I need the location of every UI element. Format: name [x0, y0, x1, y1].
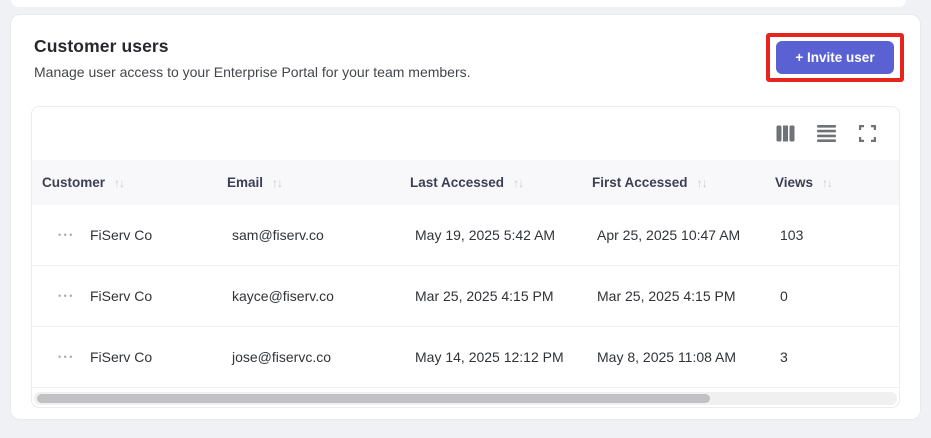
cell-customer: ••• FiServ Co — [32, 349, 217, 365]
row-density-button[interactable] — [816, 124, 836, 144]
sort-icon[interactable]: ↑↓ — [114, 176, 125, 190]
horizontal-scrollbar-thumb[interactable] — [37, 394, 711, 403]
customer-name: FiServ Co — [89, 288, 153, 304]
table-row: ••• FiServ Co sam@fiserv.co May 19, 2025… — [32, 205, 899, 266]
column-header-label: First Accessed — [592, 175, 688, 190]
table-row: ••• FiServ Co jose@fiservc.co May 14, 20… — [32, 327, 899, 388]
cell-views: 3 — [780, 349, 788, 365]
cell-views: 103 — [780, 227, 804, 243]
column-header-label: Customer — [42, 175, 106, 190]
ellipsis-icon: ••• — [58, 351, 75, 362]
table-body: ••• FiServ Co sam@fiserv.co May 19, 2025… — [32, 205, 899, 388]
rows-icon — [816, 125, 836, 142]
table-toolbar — [32, 107, 899, 160]
page-background: { "header": { "title": "Customer users",… — [0, 0, 931, 438]
table-header-row: Customer ↑↓ Email ↑↓ Last Accessed ↑↓ Fi… — [32, 160, 899, 205]
row-menu-button[interactable]: ••• — [58, 290, 75, 301]
sort-icon[interactable]: ↑↓ — [272, 176, 283, 190]
previous-card-bottom-edge — [11, 0, 906, 7]
cell-customer: ••• FiServ Co — [32, 288, 217, 304]
column-header-label: Views — [775, 175, 814, 190]
column-header[interactable]: Views ↑↓ — [765, 175, 899, 190]
cell-email: kayce@fiserv.co — [232, 288, 334, 304]
page-title: Customer users — [34, 36, 169, 56]
fullscreen-button[interactable] — [857, 124, 877, 144]
cell-last-accessed: May 14, 2025 12:12 PM — [415, 349, 564, 365]
cell-first-accessed: Apr 25, 2025 10:47 AM — [597, 227, 741, 243]
cell-customer: ••• FiServ Co — [32, 227, 217, 243]
columns-view-button[interactable] — [775, 124, 795, 144]
column-header-label: Email — [227, 175, 264, 190]
row-menu-button[interactable]: ••• — [58, 351, 75, 362]
table-row: ••• FiServ Co kayce@fiserv.co Mar 25, 20… — [32, 266, 899, 327]
cell-last-accessed: Mar 25, 2025 4:15 PM — [415, 288, 554, 304]
annotation-highlight-box: + Invite user — [766, 33, 904, 82]
cell-first-accessed: May 8, 2025 11:08 AM — [597, 349, 737, 365]
column-header[interactable]: Email ↑↓ — [217, 175, 400, 190]
cell-email: sam@fiserv.co — [232, 227, 324, 243]
cell-first-accessed: Mar 25, 2025 4:15 PM — [597, 288, 736, 304]
users-table-panel: Customer ↑↓ Email ↑↓ Last Accessed ↑↓ Fi… — [31, 106, 900, 408]
horizontal-scrollbar-track[interactable] — [34, 392, 897, 405]
fullscreen-icon — [858, 125, 876, 142]
ellipsis-icon: ••• — [58, 290, 75, 301]
ellipsis-icon: ••• — [58, 229, 75, 240]
customer-users-card: Customer users Manage user access to you… — [10, 14, 921, 420]
card-header: Customer users Manage user access to you… — [11, 15, 920, 82]
sort-icon[interactable]: ↑↓ — [822, 176, 833, 190]
sort-icon[interactable]: ↑↓ — [697, 176, 708, 190]
column-header[interactable]: Customer ↑↓ — [32, 175, 217, 190]
customer-name: FiServ Co — [89, 349, 153, 365]
cell-last-accessed: May 19, 2025 5:42 AM — [415, 227, 556, 243]
page-subtitle: Manage user access to your Enterprise Po… — [34, 64, 471, 80]
columns-icon — [776, 125, 795, 142]
card-header-text: Customer users Manage user access to you… — [34, 36, 471, 80]
row-menu-button[interactable]: ••• — [58, 229, 75, 240]
cell-email: jose@fiservc.co — [232, 349, 332, 365]
invite-user-button[interactable]: + Invite user — [776, 41, 894, 74]
sort-icon[interactable]: ↑↓ — [513, 176, 524, 190]
column-header-label: Last Accessed — [410, 175, 505, 190]
customer-name: FiServ Co — [89, 227, 153, 243]
column-header[interactable]: Last Accessed ↑↓ — [400, 175, 582, 190]
cell-views: 0 — [780, 288, 788, 304]
column-header[interactable]: First Accessed ↑↓ — [582, 175, 765, 190]
